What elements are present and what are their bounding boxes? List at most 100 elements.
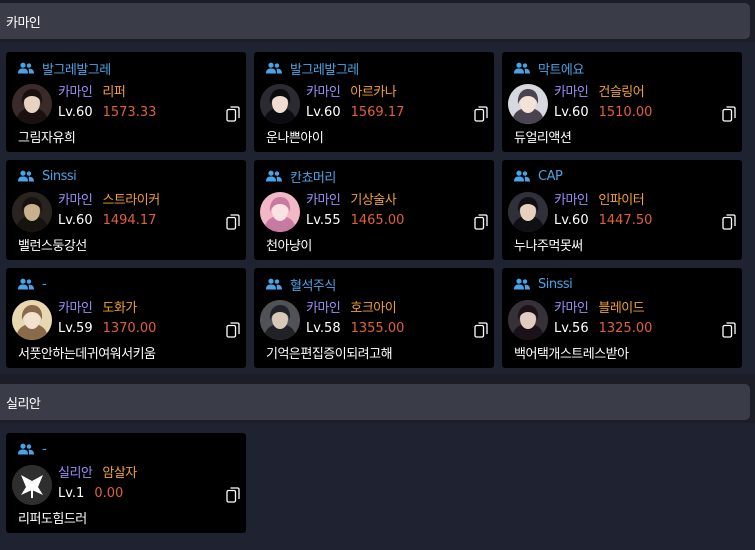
copy-icon[interactable]: [226, 214, 240, 230]
class-name: 도화가: [102, 301, 137, 316]
section-title: 실리안: [6, 396, 41, 412]
server-name: 카마인: [58, 301, 93, 316]
item-level: 1569.17: [350, 105, 405, 120]
character-name: 천아냥이: [266, 239, 312, 254]
item-level: 1355.00: [350, 321, 405, 336]
guild-row: Sinssi: [18, 166, 77, 186]
section-body: - 실리안 암살자 Lv.1 0.00 리퍼도힘드러: [0, 423, 755, 550]
character-card[interactable]: 발그레발그레카마인 아르카나 Lv.60 1569.17 운나쁜아이: [254, 52, 494, 152]
item-level: 1494.17: [102, 213, 157, 228]
guild-row: -: [18, 439, 47, 459]
level-row: Lv.60 1494.17: [58, 213, 156, 228]
level-row: Lv.59 1370.00: [58, 321, 156, 336]
users-icon: [266, 170, 282, 182]
copy-icon[interactable]: [722, 322, 736, 338]
guild-name: 칸쵸머리: [290, 170, 336, 186]
character-card[interactable]: 막트에요카마인 건슬링어 Lv.60 1510.00 듀얼리액션: [502, 52, 742, 152]
guild-name: 혈석주식: [290, 278, 336, 294]
guild-row: 칸쵸머리: [266, 166, 336, 186]
character-name: 밸런스둥강선: [18, 239, 87, 254]
character-level: Lv.60: [58, 105, 93, 120]
users-icon: [18, 443, 34, 455]
level-row: Lv.60 1569.17: [306, 105, 404, 120]
item-level: 1325.00: [598, 321, 653, 336]
character-name: 듀얼리액션: [514, 131, 572, 146]
server-name: 카마인: [306, 85, 341, 100]
copy-icon[interactable]: [722, 214, 736, 230]
server-class-row: 카마인 블레이드: [554, 297, 645, 316]
copy-icon[interactable]: [226, 487, 240, 503]
level-row: Lv.56 1325.00: [554, 321, 652, 336]
blade-avatar: [508, 300, 548, 340]
infighter-avatar: [508, 192, 548, 232]
level-row: Lv.60 1510.00: [554, 105, 652, 120]
guild-name: Sinssi: [42, 168, 77, 184]
aeromancer-avatar: [260, 192, 300, 232]
server-class-row: 카마인 스트라이커: [58, 189, 160, 208]
class-name: 아르카나: [350, 85, 397, 100]
users-icon: [266, 278, 282, 290]
character-card[interactable]: 칸쵸머리 카마인 기상술사 Lv.55 1465.00 천아냥이: [254, 160, 494, 260]
copy-icon[interactable]: [226, 322, 240, 338]
section-header[interactable]: 실리안: [0, 384, 750, 420]
character-name: 그림자유희: [18, 131, 76, 146]
striker-avatar: [12, 192, 52, 232]
guild-row: 막트에요: [514, 58, 584, 78]
item-level: 1573.33: [102, 105, 157, 120]
character-card[interactable]: - 카마인 도화가 Lv.59 1370.00 서풋안하는데귀여워서키움: [6, 268, 246, 368]
server-name: 카마인: [58, 85, 93, 100]
character-level: Lv.59: [58, 321, 93, 336]
guild-name: -: [42, 441, 47, 457]
server-name: 카마인: [306, 193, 341, 208]
character-level: Lv.1: [58, 486, 85, 501]
reaper-avatar: [12, 84, 52, 124]
copy-icon[interactable]: [474, 106, 488, 122]
copy-icon[interactable]: [226, 106, 240, 122]
class-name: 리퍼: [102, 85, 126, 100]
server-name: 카마인: [306, 301, 341, 316]
character-level: Lv.60: [306, 105, 341, 120]
character-card[interactable]: 혈석주식카마인 호크아이 Lv.58 1355.00 기억은편집증이되려고해: [254, 268, 494, 368]
copy-icon[interactable]: [474, 214, 488, 230]
guild-name: CAP: [538, 168, 563, 184]
guild-name: 발그레발그레: [290, 62, 359, 78]
users-icon: [18, 278, 34, 290]
character-card[interactable]: Sinssi 카마인 스트라이커 Lv.60 1494.17 밸런스둥강선: [6, 160, 246, 260]
server-name: 카마인: [58, 193, 93, 208]
users-icon: [266, 62, 282, 74]
guild-row: CAP: [514, 166, 563, 186]
copy-icon[interactable]: [474, 322, 488, 338]
character-level: Lv.60: [554, 105, 589, 120]
section-body: 발그레발그레카마인 리퍼 Lv.60 1573.33 그림자유희 발그레발그레카마인 아르카…: [0, 42, 755, 374]
class-name: 블레이드: [598, 301, 645, 316]
artist-avatar: [12, 300, 52, 340]
class-name: 인파이터: [598, 193, 645, 208]
character-card[interactable]: Sinssi 카마인 블레이드 Lv.56 1325.00 백어택개스트레스받아: [502, 268, 742, 368]
server-class-row: 카마인 기상술사: [306, 189, 397, 208]
character-name: 리퍼도힘드러: [18, 512, 87, 527]
character-level: Lv.58: [306, 321, 341, 336]
character-name: 기억은편집증이되려고해: [266, 347, 393, 362]
server-name: 카마인: [554, 85, 589, 100]
character-card[interactable]: 발그레발그레 카마인 리퍼 Lv.60 1573.33 그림자유희: [6, 52, 246, 152]
guild-name: 막트에요: [538, 62, 584, 78]
level-row: Lv.60 1447.50: [554, 213, 652, 228]
users-icon: [514, 62, 530, 74]
server-class-row: 카마인 인파이터: [554, 189, 645, 208]
character-card[interactable]: - 실리안 암살자 Lv.1 0.00 리퍼도힘드러: [6, 433, 246, 533]
class-name: 호크아이: [350, 301, 397, 316]
guild-row: 발그레발그레: [266, 58, 359, 78]
section-header[interactable]: 카마인: [0, 3, 750, 39]
character-card[interactable]: CAP 카마인 인파이터 Lv.60 1447.50 누나주먹못써: [502, 160, 742, 260]
item-level: 1510.00: [598, 105, 653, 120]
section-title: 카마인: [6, 15, 41, 31]
gunslinger-avatar: [508, 84, 548, 124]
character-level: Lv.60: [58, 213, 93, 228]
character-name: 운나쁜아이: [266, 131, 324, 146]
character-name: 서풋안하는데귀여워서키움: [18, 347, 156, 362]
copy-icon[interactable]: [722, 106, 736, 122]
character-level: Lv.55: [306, 213, 341, 228]
guild-row: -: [18, 274, 47, 294]
character-name: 백어택개스트레스받아: [514, 347, 629, 362]
class-name: 건슬링어: [598, 85, 645, 100]
